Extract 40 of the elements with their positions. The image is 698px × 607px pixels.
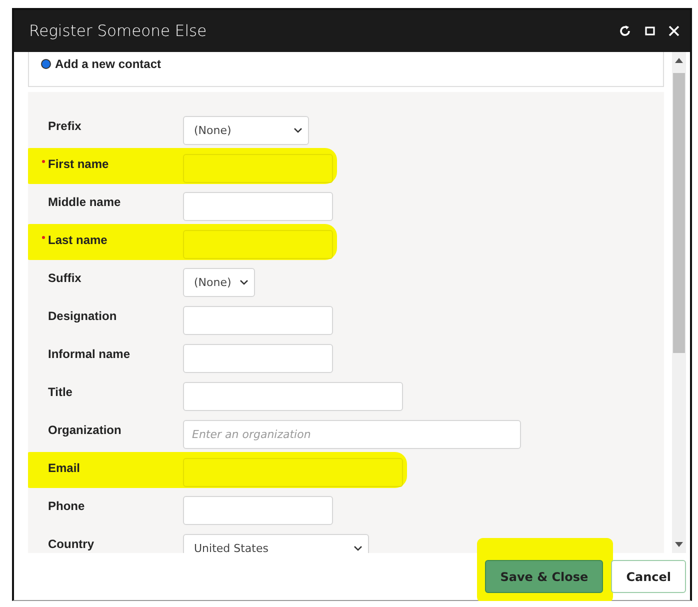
field-label: Prefix [48,119,82,133]
option-label: Add a new contact [55,57,162,71]
field-label: Informal name [48,347,130,361]
radio-option[interactable]: Add a new contact [41,57,651,71]
dropdown[interactable]: United States [183,534,369,553]
input-field[interactable] [183,496,333,525]
window-title: Register Someone Else [29,22,207,40]
field-label: Middle name [48,195,121,209]
field-label: First name [48,157,109,171]
close-icon[interactable] [668,25,680,37]
save-button[interactable]: Save & Close [485,560,604,593]
caret-icon [240,280,248,285]
caret-icon [294,128,302,133]
input-field[interactable] [183,154,333,183]
input-field[interactable] [183,306,333,335]
field-label: Suffix [48,271,82,285]
refresh-icon[interactable] [618,24,632,38]
scrollbar-thumb[interactable] [673,73,685,353]
caret-icon [354,546,362,551]
input-field[interactable]: Enter an organization [183,420,521,449]
maximize-icon[interactable] [645,26,655,36]
input-field[interactable] [183,382,403,411]
input-field[interactable] [183,458,403,487]
dropdown[interactable]: (None) [183,116,309,145]
dropdown[interactable]: (None) [183,268,255,297]
cancel-button[interactable]: Cancel [611,560,686,593]
field-label: Last name [48,233,108,247]
field-label: Organization [48,423,122,437]
scroll-up-icon[interactable] [675,58,683,63]
field-label: Phone [48,499,85,513]
input-field[interactable] [183,344,333,373]
field-label: Email [48,461,80,475]
radio-button[interactable] [41,59,51,69]
field-label: Country [48,537,94,551]
field-label: Designation [48,309,117,323]
input-field[interactable] [183,192,333,221]
input-field[interactable] [183,230,333,259]
scroll-down-icon[interactable] [675,542,683,547]
scrollbar[interactable] [672,52,686,553]
field-label: Title [48,385,72,399]
